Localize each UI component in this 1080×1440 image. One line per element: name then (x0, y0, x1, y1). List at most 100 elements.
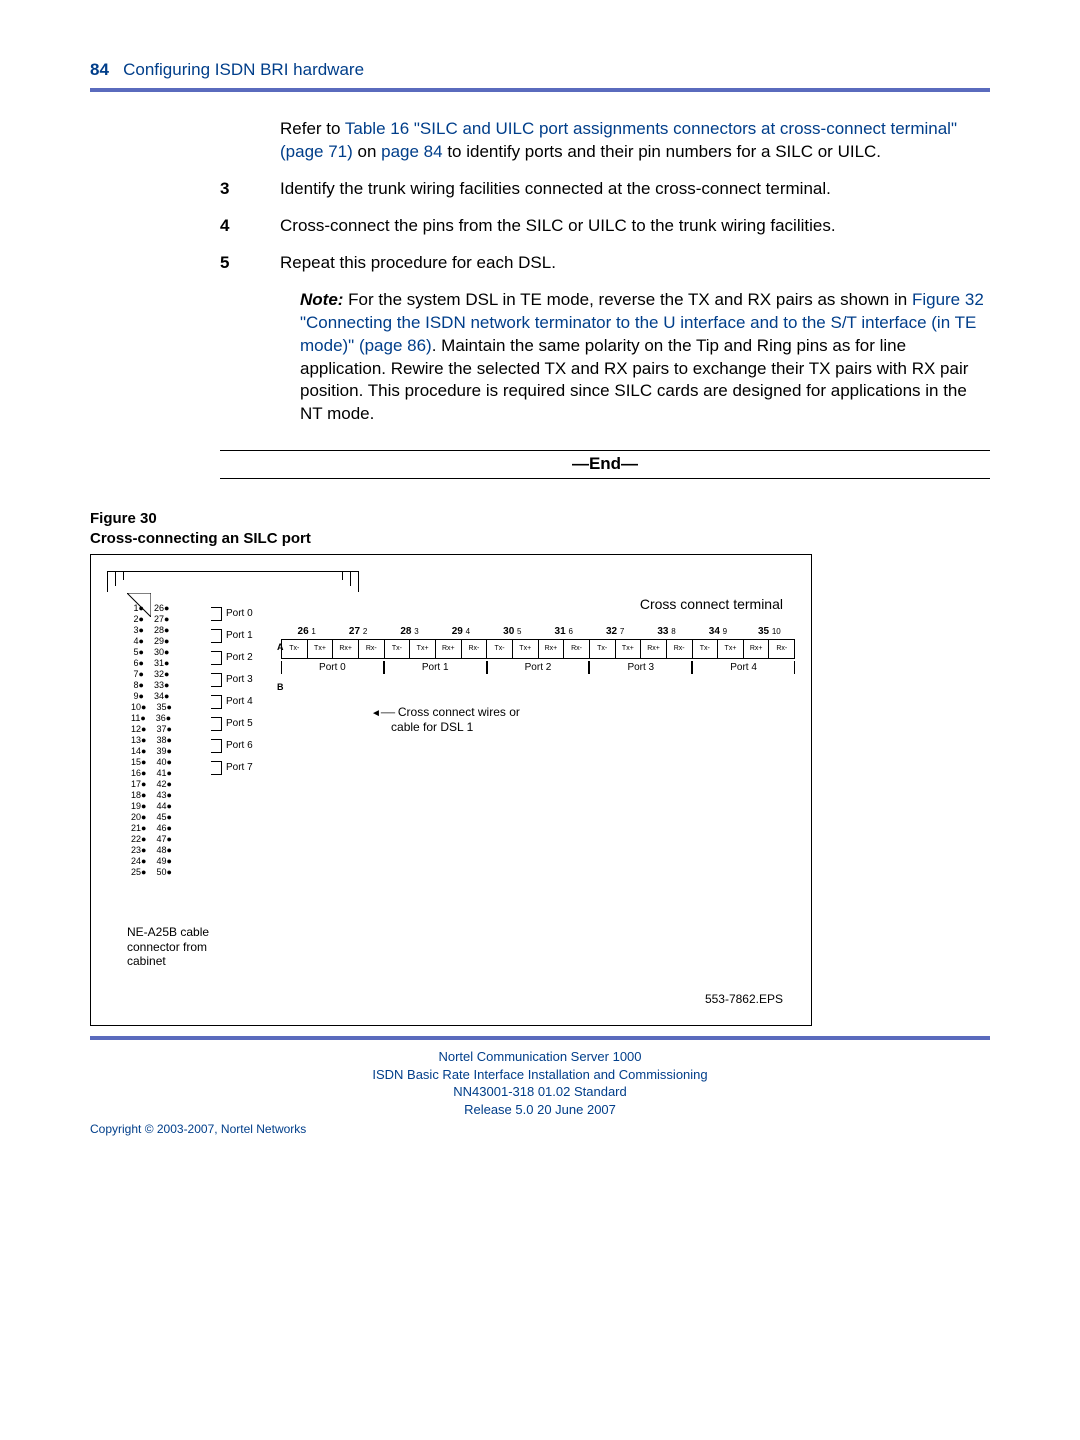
terminal-cell: Tx- (282, 640, 308, 658)
port-label: Port 4 (211, 691, 253, 713)
terminal-cell: Tx- (385, 640, 411, 658)
cross-connect-note: Cross connect wires or cable for DSL 1 (371, 705, 520, 734)
terminal-cell: Tx- (590, 640, 616, 658)
intro-mid: on (353, 142, 381, 161)
section-title: Configuring ISDN BRI hardware (123, 60, 364, 79)
footer-l4: Release 5.0 20 June 2007 (464, 1102, 616, 1117)
end-text: —End— (220, 453, 990, 476)
step-number: 5 (220, 252, 280, 275)
note-label: Note: (300, 290, 343, 309)
pin-row: 10● 35● (131, 702, 172, 713)
figure-box: 1● 26● 2● 27● 3● 28● 4● 29● 5● 30● 6● 31… (90, 554, 812, 1026)
pin-row: 8● 33● (131, 680, 172, 691)
pin-columns: 1● 26● 2● 27● 3● 28● 4● 29● 5● 30● 6● 31… (131, 603, 172, 878)
end-marker: —End— (220, 450, 990, 479)
intro-paragraph: Refer to Table 16 "SILC and UILC port as… (280, 118, 990, 164)
terminal-col-num: 27 2 (332, 625, 383, 639)
terminal-cell: Rx+ (539, 640, 565, 658)
cross-connect-terminal-label: Cross connect terminal (640, 595, 783, 614)
footer-l1: Nortel Communication Server 1000 (438, 1049, 641, 1064)
terminal-cell: Rx- (564, 640, 590, 658)
port-column: Port 0Port 1Port 2Port 3Port 4Port 5Port… (211, 603, 253, 779)
page-number: 84 (90, 60, 109, 79)
terminal-cell: Rx- (667, 640, 693, 658)
pin-row: 6● 31● (131, 658, 172, 669)
pin-row: 23● 48● (131, 845, 172, 856)
terminal-col-num: 29 4 (435, 625, 486, 639)
page-header: 84 Configuring ISDN BRI hardware (90, 60, 990, 80)
terminal-cell: Rx+ (436, 640, 462, 658)
port-label: Port 7 (211, 757, 253, 779)
pin-row: 13● 38● (131, 735, 172, 746)
pin-row: 1● 26● (131, 603, 172, 614)
cross-note-l2: cable for DSL 1 (391, 720, 473, 734)
terminal-port-label: Port 4 (692, 661, 795, 675)
port-label: Port 5 (211, 713, 253, 735)
note-pre: For the system DSL in TE mode, reverse t… (343, 290, 912, 309)
terminal-cell: Tx- (487, 640, 513, 658)
pin-row: 21● 46● (131, 823, 172, 834)
footer: Nortel Communication Server 1000 ISDN Ba… (90, 1048, 990, 1118)
xref-page84[interactable]: page 84 (381, 142, 442, 161)
pin-row: 16● 41● (131, 768, 172, 779)
step-5: 5 Repeat this procedure for each DSL. (90, 252, 990, 275)
pin-row: 14● 39● (131, 746, 172, 757)
header-rule (90, 88, 990, 92)
footer-rule (90, 1036, 990, 1040)
footer-l3: NN43001-318 01.02 Standard (453, 1084, 626, 1099)
terminal-port-label: Port 3 (589, 661, 692, 675)
port-label: Port 0 (211, 603, 253, 625)
pin-row: 15● 40● (131, 757, 172, 768)
terminal-cell: Rx+ (641, 640, 667, 658)
pin-row: 18● 43● (131, 790, 172, 801)
terminal-cell: Tx+ (410, 640, 436, 658)
terminal-port-label: Port 1 (384, 661, 487, 675)
terminal-col-num: 35 10 (744, 625, 795, 639)
cable-label: NE-A25B cable connector from cabinet (127, 925, 209, 968)
eps-id: 553-7862.EPS (705, 991, 783, 1007)
step-number: 3 (220, 178, 280, 201)
pin-row: 9● 34● (131, 691, 172, 702)
pin-row: 24● 49● (131, 856, 172, 867)
port-label: Port 2 (211, 647, 253, 669)
pin-row: 19● 44● (131, 801, 172, 812)
row-b-label: B (277, 681, 283, 693)
terminal-cell: Tx+ (513, 640, 539, 658)
pin-row: 4● 29● (131, 636, 172, 647)
terminal-cell: Rx- (769, 640, 794, 658)
step-text: Repeat this procedure for each DSL. (280, 252, 990, 275)
figure-caption: Figure 30 Cross-connecting an SILC port (90, 509, 990, 548)
terminal-port-label: Port 0 (281, 661, 384, 675)
pin-row: 3● 28● (131, 625, 172, 636)
terminal-port-label: Port 2 (487, 661, 590, 675)
page: 84 Configuring ISDN BRI hardware Refer t… (0, 0, 1080, 1176)
pin-row: 17● 42● (131, 779, 172, 790)
step-3: 3 Identify the trunk wiring facilities c… (90, 178, 990, 201)
terminal-col-num: 30 5 (487, 625, 538, 639)
step-4: 4 Cross-connect the pins from the SILC o… (90, 215, 990, 238)
cable-label-l3: cabinet (127, 954, 166, 968)
pin-row: 25● 50● (131, 867, 172, 878)
pin-row: 22● 47● (131, 834, 172, 845)
figure-number: Figure 30 (90, 510, 157, 527)
terminal-cell: Tx+ (616, 640, 642, 658)
terminal-col-num: 32 7 (589, 625, 640, 639)
pin-row: 12● 37● (131, 724, 172, 735)
terminal-cell: Rx- (462, 640, 488, 658)
terminal-col-num: 26 1 (281, 625, 332, 639)
terminal-cell: Rx+ (744, 640, 770, 658)
pin-row: 11● 36● (131, 713, 172, 724)
terminal-block: A 26 127 228 329 430 531 632 733 834 935… (281, 625, 795, 685)
terminal-cell: Rx+ (333, 640, 359, 658)
port-label: Port 3 (211, 669, 253, 691)
cable-label-l1: NE-A25B cable (127, 925, 209, 939)
terminal-col-num: 28 3 (384, 625, 435, 639)
terminal-col-num: 34 9 (692, 625, 743, 639)
pin-row: 20● 45● (131, 812, 172, 823)
terminal-cell: Tx- (693, 640, 719, 658)
footer-l2: ISDN Basic Rate Interface Installation a… (372, 1067, 707, 1082)
copyright: Copyright © 2003-2007, Nortel Networks (90, 1122, 990, 1136)
body: Refer to Table 16 "SILC and UILC port as… (90, 118, 990, 1026)
cross-note-l1: Cross connect wires or (371, 705, 520, 719)
terminal-col-num: 31 6 (538, 625, 589, 639)
